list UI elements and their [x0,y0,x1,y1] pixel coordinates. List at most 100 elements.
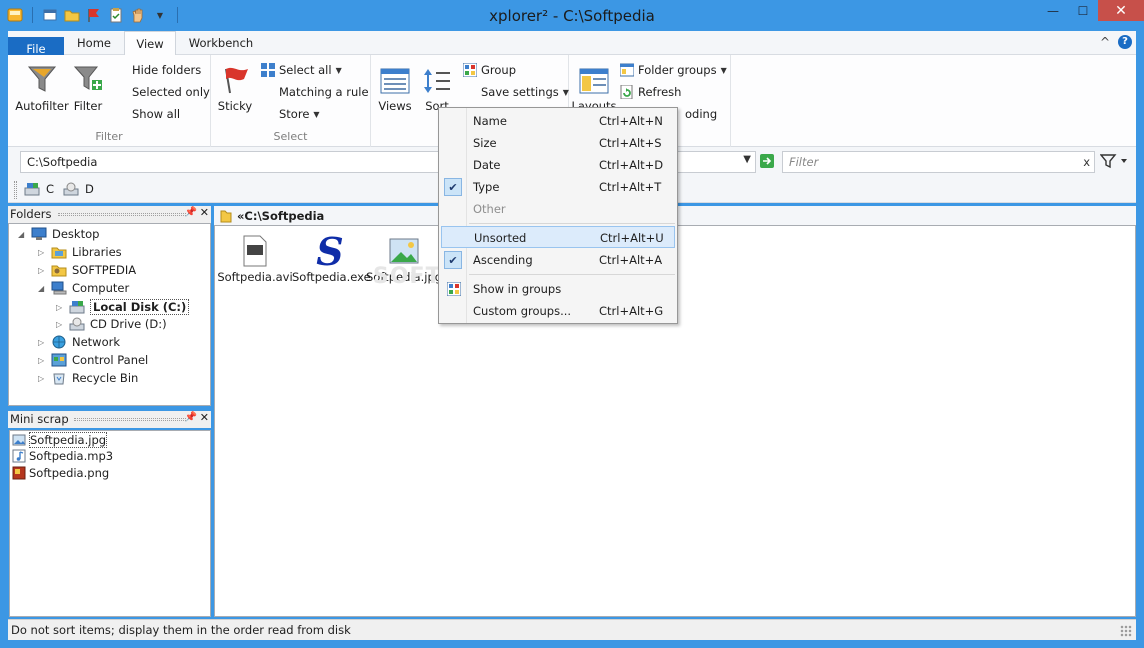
tree-node-control-panel[interactable]: ▷ Control Panel [38,353,148,367]
tree-node-local-disk-c[interactable]: ▷ Local Disk (C:) [56,299,190,315]
window-title: xplorer² - C:\Softpedia [489,7,655,25]
file-item[interactable]: Softpedia.avi [217,232,293,284]
collapse-arrow-icon[interactable]: ▷ [56,320,64,329]
filter-button[interactable]: Filter [60,63,116,113]
help-icon[interactable]: ? [1118,35,1132,49]
image-file-icon [389,238,419,264]
select-all-label: Select all [279,63,332,77]
menu-item-date[interactable]: Date Ctrl+Alt+D [441,154,675,176]
resize-grip-icon[interactable] [1120,625,1132,637]
group-label: Group [481,63,517,77]
menu-item-shortcut: Ctrl+Alt+T [599,180,662,194]
filter-input[interactable]: Filter x [782,151,1095,173]
sort-menu: Name Ctrl+Alt+N Size Ctrl+Alt+S Date Ctr… [438,107,678,324]
menu-item-size[interactable]: Size Ctrl+Alt+S [441,132,675,154]
list-item[interactable]: Softpedia.png [12,466,109,480]
network-icon [52,335,66,349]
close-pane-icon[interactable]: ✕ [200,206,209,219]
show-all-button[interactable]: Show all [132,107,180,121]
menu-separator [469,223,675,224]
save-settings-button[interactable]: Save settings ▼ [481,85,569,99]
toolbar-grip [14,181,17,199]
select-all-button[interactable]: Select all ▼ [261,63,342,77]
breadcrumb[interactable]: «C:\Softpedia [237,209,324,223]
menu-item-type[interactable]: ✔ Type Ctrl+Alt+T [441,176,675,198]
list-item[interactable]: Softpedia.mp3 [12,449,113,463]
tree-node-label: CD Drive (D:) [90,317,167,331]
sort-button[interactable]: Sort [409,63,465,113]
pin-icon[interactable]: 📌 [185,207,197,218]
close-button[interactable]: ✕ [1098,0,1144,21]
funnel-icon [27,66,57,92]
menu-item-ascending[interactable]: ✔ Ascending Ctrl+Alt+A [441,249,675,271]
matching-rule-button[interactable]: Matching a rule [279,85,369,99]
maximize-button[interactable]: ☐ [1068,0,1098,21]
tree-node-label: Desktop [52,227,100,241]
menu-item-name[interactable]: Name Ctrl+Alt+N [441,110,675,132]
views-icon [380,68,410,94]
checkmark-icon: ✔ [444,178,462,196]
tree-node-desktop[interactable]: ◢ Desktop [18,227,99,241]
tree-node-recycle-bin[interactable]: ▷ Recycle Bin [38,371,138,385]
menu-separator [469,274,675,275]
tab-workbench[interactable]: Workbench [180,31,262,55]
tab-view[interactable]: View [124,31,176,56]
tree-node-softpedia[interactable]: ▷ SOFTPEDIA [38,263,136,277]
close-pane-icon[interactable]: ✕ [200,411,209,424]
cd-drive-icon [69,317,85,331]
status-bar: Do not sort items; display them in the o… [8,619,1136,640]
pane-grip [58,213,186,216]
folder-groups-button[interactable]: Folder groups ▼ [620,63,727,77]
layouts-button[interactable]: Layouts [566,63,622,113]
expand-arrow-icon[interactable]: ◢ [18,230,26,239]
refresh-button[interactable]: Refresh [620,85,681,99]
title-bar: ▼ xplorer² - C:\Softpedia — ☐ ✕ [0,0,1144,31]
expand-arrow-icon[interactable]: ◢ [38,284,46,293]
save-settings-label: Save settings [481,85,559,99]
video-file-icon [243,235,267,267]
collapse-arrow-icon[interactable]: ▷ [38,356,46,365]
tab-home[interactable]: Home [66,31,122,55]
menu-item-show-in-groups[interactable]: Show in groups [441,278,675,300]
tree-node-label: Recycle Bin [72,371,139,385]
menu-item-label: Name [473,114,507,128]
file-item[interactable]: S Softpedia.exe [292,229,371,285]
menu-item-unsorted[interactable]: Unsorted Ctrl+Alt+U [441,226,675,248]
group-button[interactable]: Group [463,63,516,77]
list-item[interactable]: Softpedia.jpg [12,432,108,448]
file-item-label: Softpedia.exe [292,270,371,284]
menu-item-custom-groups[interactable]: Custom groups... Ctrl+Alt+G [441,300,675,322]
pin-icon[interactable]: 📌 [185,412,197,423]
sticky-button[interactable]: Sticky [207,63,263,113]
partial-ribbon-label[interactable]: oding [685,107,717,121]
funnel-icon [1099,154,1127,169]
collapse-arrow-icon[interactable]: ▷ [38,338,46,347]
select-all-icon [261,63,275,77]
tree-node-computer[interactable]: ◢ Computer [38,281,129,295]
collapse-arrow-icon[interactable]: ▷ [38,374,46,383]
folders-pane-header: Folders 📌 ✕ [8,206,211,223]
collapse-arrow-icon[interactable]: ▷ [56,303,64,312]
collapse-ribbon-icon[interactable]: ^ [1100,35,1110,49]
filter-menu-button[interactable] [1099,153,1130,172]
selected-only-button[interactable]: Selected only [132,85,210,99]
drive-d-button[interactable]: D [63,182,94,196]
address-dropdown-icon[interactable]: ▼ [743,154,751,165]
menu-item-label: Ascending [473,253,533,267]
refresh-icon [620,85,633,99]
store-button[interactable]: Store ▼ [279,107,320,121]
collapse-arrow-icon[interactable]: ▷ [38,266,46,275]
hide-folders-button[interactable]: Hide folders [132,63,201,77]
tree-node-network[interactable]: ▷ Network [38,335,120,349]
tree-node-cd-drive-d[interactable]: ▷ CD Drive (D:) [56,317,167,331]
tree-node-libraries[interactable]: ▷ Libraries [38,245,122,259]
minimize-button[interactable]: — [1038,0,1068,21]
collapse-arrow-icon[interactable]: ▷ [38,248,46,257]
tree-node-label: Local Disk (C:) [90,299,190,315]
filter-placeholder: Filter [789,155,819,169]
go-button[interactable] [760,154,774,168]
clear-filter-button[interactable]: x [1083,155,1090,169]
sort-icon [424,69,450,93]
hard-drive-icon [69,301,85,314]
drive-c-button[interactable]: C [24,182,54,196]
